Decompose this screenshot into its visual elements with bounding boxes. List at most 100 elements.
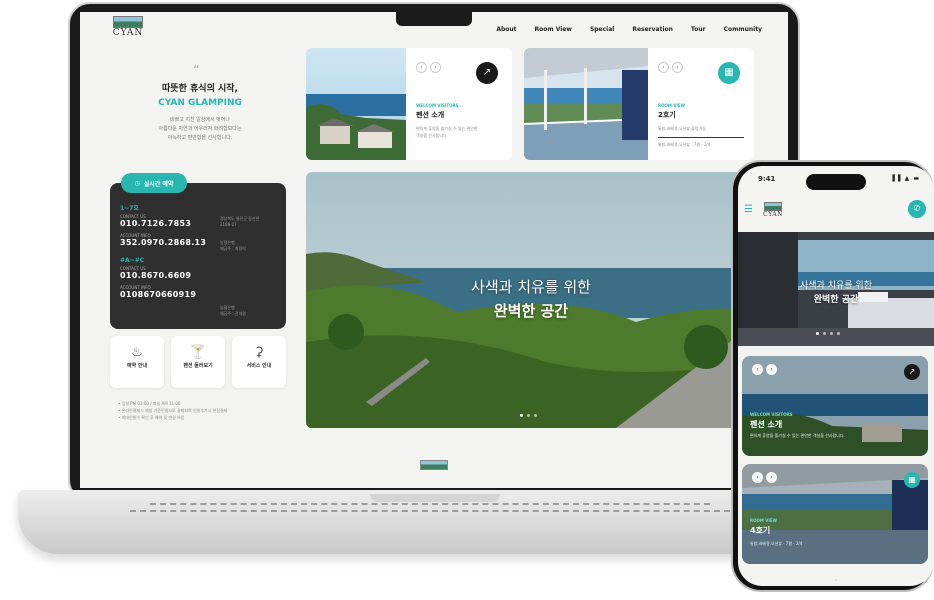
laptop-screen: CYAN About Room View Special Reservation… [80, 12, 788, 488]
room-card-body: ‹ › ROOM VIEW 2호기 통창,바베큐,오션뷰,불멍가능 통창,바베큐… [648, 48, 754, 160]
next-arrow-icon[interactable]: › [430, 62, 441, 73]
pagination-dot[interactable] [520, 414, 523, 417]
pagination-dot[interactable] [527, 414, 530, 417]
next-arrow-icon[interactable]: › [766, 472, 777, 483]
camera-notch [396, 12, 472, 26]
pension-photo [306, 48, 406, 160]
card-desc-line2: 통창,바베큐,오션뷰 · 7평 · 2/4 [658, 142, 711, 147]
bank-info-1: 농협은행 예금주 : 최용탁 [220, 240, 246, 252]
hero-title-line2: 완벽한 공간 [493, 302, 569, 320]
notice-text-3: 최대인원수 확인 후 예약 및 변경 바람 [121, 415, 185, 420]
footer-logo [420, 460, 448, 470]
nav-reservation[interactable]: Reservation [632, 26, 673, 33]
room-photo [524, 48, 648, 160]
arrow-up-right-icon[interactable]: ↗ [904, 364, 920, 380]
room-range-2: #A~#C [120, 257, 145, 264]
clock-icon: ◷ [134, 179, 140, 187]
mobile-card-arrows: ‹ › [752, 364, 777, 375]
bank-info-2: 농협은행 예금주 : 전석원 [220, 305, 246, 317]
account-number-1: 352.0970.2868.13 [120, 238, 207, 247]
notice-list: • 입실 PM 03:00 / 퇴실 AM 11:00 • 온라인결제시 예실 … [118, 400, 227, 421]
phone-number-2[interactable]: 010.8670.6609 [120, 271, 276, 280]
mobile-card-eyebrow: ROOM VIEW [750, 518, 777, 523]
service-pension-tour[interactable]: 🍸 펜션 둘러보기 [171, 336, 225, 388]
pagination-dot[interactable] [823, 332, 826, 335]
next-arrow-icon[interactable]: › [766, 364, 777, 375]
realtime-reservation-label: 실시간 예약 [143, 180, 174, 188]
mobile-hero-pagination [816, 332, 840, 335]
realtime-reservation-button[interactable]: ◷ 실시간 예약 [121, 173, 187, 193]
bell-icon: ♨ [131, 345, 143, 360]
hamburger-menu-icon[interactable]: ☰ [744, 204, 753, 215]
mobile-room-card[interactable]: ‹ › ▦ ROOM VIEW 4호기 통창,바베큐,오션뷰 · 7평 · 2/… [742, 464, 928, 564]
service-label-3: 서비스 안내 [246, 363, 272, 369]
room-range-1: 1~7호 [120, 205, 139, 212]
address-line2: 2198-27 [220, 222, 237, 227]
arrow-up-right-icon[interactable]: ↗ [476, 62, 498, 84]
hero-title-line1: 사색과 치유를 위한 [471, 278, 591, 296]
prev-arrow-icon[interactable]: ‹ [752, 364, 763, 375]
mobile-logo[interactable]: CYAN [760, 202, 786, 218]
nav-about[interactable]: About [496, 26, 516, 33]
hero-banner: 사색과 치유를 위한 완벽한 공간 [306, 172, 756, 428]
service-label-2: 펜션 둘러보기 [183, 363, 213, 369]
card-desc-line1: 통창,바베큐,오션뷰,불멍가능 [658, 126, 706, 131]
logo-image [764, 202, 782, 211]
account-holder-2: 예금주 : 전석원 [220, 311, 246, 316]
mobile-card-title: 4호기 [750, 526, 771, 535]
card-title: 2호기 [658, 111, 676, 119]
logo-image [113, 16, 143, 28]
next-arrow-icon[interactable]: › [672, 62, 683, 73]
pension-intro-card[interactable]: ‹ › WELCOM VISITORS 펜션 소개 편하게 휴양을 즐기실 수 … [306, 48, 512, 160]
mobile-card-desc: 편하게 휴양을 즐기실 수 있는 편안한 객실을 선사합니다. [750, 433, 845, 438]
prev-arrow-icon[interactable]: ‹ [658, 62, 669, 73]
mobile-pension-card[interactable]: ‹ › ↗ WELCOM VISITORS 펜션 소개 편하게 휴양을 즐기실 … [742, 356, 928, 456]
prev-arrow-icon[interactable]: ‹ [416, 62, 427, 73]
status-icons: ▐▐ ▲ ▬ [890, 175, 920, 182]
intro-desc-line2: 아름다운 자연과 어우러져 화려함보다는 [158, 126, 242, 132]
calendar-icon[interactable]: ▦ [904, 472, 920, 488]
card-eyebrow: WELCOM VISITORS [416, 103, 459, 108]
mobile-card-eyebrow: WELCOM VISITORS [750, 412, 793, 417]
dynamic-island [806, 174, 866, 190]
site-logo[interactable]: CYAN [110, 16, 146, 38]
logo-text: CYAN [112, 28, 144, 38]
service-label-1: 예약 안내 [126, 363, 148, 369]
card-desc-line1: 편하게 휴양을 즐기실 수 있는 편안한 [416, 126, 478, 131]
pagination-dot[interactable] [816, 332, 819, 335]
notice-item: • 최대인원수 확인 후 예약 및 변경 바람 [118, 415, 185, 420]
nav-special[interactable]: Special [590, 26, 614, 33]
phone-screen: 9:41 ▐▐ ▲ ▬ ☰ CYAN ✆ 사색과 치유를 위한 완벽한 공간 ‹… [738, 166, 934, 586]
calendar-icon[interactable]: ▦ [718, 62, 740, 84]
notice-item: • 온라인결제시 예실 기준인원으로 결제되며 인원추가시 현장결제 [118, 408, 228, 413]
intro-description: 바쁘고 지친 일상에서 벗어나 아름다운 자연과 어우러져 화려함보다는 아늑하… [120, 116, 280, 143]
card-desc-line2: 객실을 선사합니다. [416, 133, 448, 138]
pension-card-body: ‹ › WELCOM VISITORS 펜션 소개 편하게 휴양을 즐기실 수 … [406, 48, 512, 160]
pagination-dot[interactable] [830, 332, 833, 335]
mobile-hero-line2: 완벽한 공간 [813, 295, 859, 305]
status-time: 9:41 [758, 175, 776, 183]
nav-community[interactable]: Community [724, 26, 762, 33]
key-row [150, 503, 710, 507]
hero-pagination [520, 414, 537, 417]
service-reservation-guide[interactable]: ♨ 예약 안내 [110, 336, 164, 388]
pagination-dot[interactable] [837, 332, 840, 335]
mobile-card-desc: 통창,바베큐,오션뷰 · 7평 · 2/4 [750, 541, 803, 546]
quote-mark: “ [193, 64, 200, 75]
card-title: 펜션 소개 [416, 111, 445, 119]
account-number-2: 0108670660919 [120, 290, 197, 299]
card-description: 편하게 휴양을 즐기실 수 있는 편안한 객실을 선사합니다. [416, 125, 502, 139]
pagination-dot[interactable] [534, 414, 537, 417]
room-view-card[interactable]: ‹ › ROOM VIEW 2호기 통창,바베큐,오션뷰,불멍가능 통창,바베큐… [524, 48, 754, 160]
notice-item: • 입실 PM 03:00 / 퇴실 AM 11:00 [118, 401, 181, 406]
nav-tour[interactable]: Tour [691, 26, 706, 33]
service-info[interactable]: ⚳ 서비스 안내 [232, 336, 286, 388]
main-nav: About Room View Special Reservation Tour… [496, 26, 762, 33]
phone-call-icon[interactable]: ✆ [908, 200, 926, 218]
notice-text-2: 온라인결제시 예실 기준인원으로 결제되며 인원추가시 현장결제 [121, 408, 228, 413]
nav-room-view[interactable]: Room View [535, 26, 572, 33]
service-bell-icon: ⚳ [254, 345, 264, 360]
mobile-hero: 사색과 치유를 위한 완벽한 공간 [738, 232, 934, 346]
prev-arrow-icon[interactable]: ‹ [752, 472, 763, 483]
laptop-keyboard [120, 500, 740, 524]
